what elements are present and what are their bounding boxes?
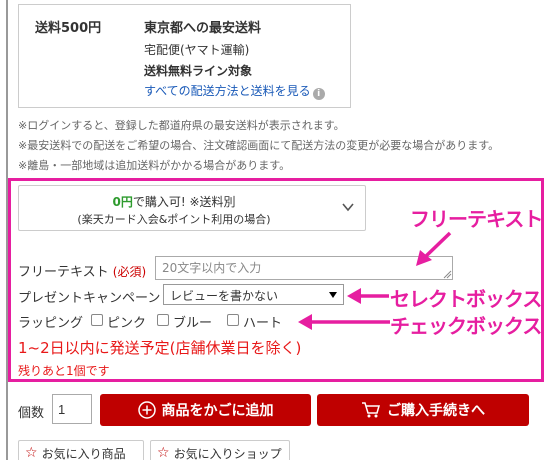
- wrapping-label: ラッピング: [18, 316, 84, 331]
- info-icon[interactable]: i: [312, 88, 325, 100]
- favorite-item-button[interactable]: ☆ お気に入り商品: [18, 440, 144, 460]
- shipping-info-box: 送料500円 東京都への最安送料 宅配便(ヤマト運輸) 送料無料ライン対象 すべ…: [18, 4, 351, 108]
- favorite-shop-button[interactable]: ☆ お気に入りショップ: [150, 440, 290, 460]
- add-to-cart-button[interactable]: 商品をかごに追加: [100, 394, 311, 426]
- annotation-check-box: チェックボックス: [390, 314, 542, 338]
- note-remote-area: ※離島・一部地域は追加送料がかかる場合があります。: [18, 159, 291, 172]
- arrow-free-text-icon: [416, 231, 452, 266]
- purchase-option-condition: (楽天カード入会&ポイント利用の場合): [77, 213, 271, 226]
- required-badge: (必須): [112, 265, 147, 279]
- ship-date-text: 1~2日以内に発送予定(店舗休業日を除く): [18, 339, 302, 357]
- free-text-input[interactable]: [155, 256, 453, 280]
- favorite-shop-label: お気に入りショップ: [173, 446, 282, 460]
- cart-icon: [362, 402, 380, 418]
- checkbox-pink-label[interactable]: ピンク: [107, 312, 146, 331]
- free-text-label-text: フリーテキスト: [18, 265, 109, 280]
- annotation-select-box: セレクトボックス: [390, 287, 542, 311]
- zero-yen-text: 0円: [112, 195, 133, 209]
- star-icon: ☆: [25, 445, 38, 460]
- arrow-check-box-icon: [298, 314, 390, 330]
- checkbox-pink[interactable]: [91, 314, 103, 326]
- purchase-option-line1: 0円で購入可! ※送料別: [19, 193, 329, 210]
- free-text-label: フリーテキスト (必須): [18, 261, 146, 280]
- select-arrow-icon: [329, 292, 337, 298]
- quantity-label: 個数: [18, 406, 45, 421]
- resize-grip-icon[interactable]: [443, 270, 452, 279]
- checkbox-blue-label[interactable]: ブルー: [173, 312, 212, 331]
- note-cheapest-shipping: ※最安送料での配送をご希望の場合、注文確認画面にて配送方法の変更が必要な場合があ…: [18, 139, 500, 152]
- arrow-select-box-icon: [347, 288, 389, 304]
- shipping-methods-link-text: すべての配送方法と送料を見る: [144, 84, 311, 98]
- campaign-select[interactable]: レビューを書かない: [163, 284, 344, 305]
- star-icon: ☆: [157, 445, 170, 460]
- stock-remaining-text: 残りあと1個です: [18, 364, 110, 378]
- quantity-input[interactable]: [52, 394, 92, 424]
- checkout-label: ご購入手続きへ: [387, 402, 485, 418]
- campaign-label: プレゼントキャンペーン: [18, 291, 161, 306]
- shipping-methods-link[interactable]: すべての配送方法と送料を見る i: [144, 82, 325, 100]
- plus-circle-icon: [137, 401, 156, 419]
- note-login: ※ログインすると、登録した都道府県の最安送料が表示されます。: [18, 119, 345, 132]
- checkbox-blue[interactable]: [157, 314, 169, 326]
- checkbox-heart[interactable]: [227, 314, 239, 326]
- favorite-item-label: お気に入り商品: [41, 446, 126, 460]
- chevron-down-icon: [342, 203, 354, 212]
- purchase-option-text: で購入可! ※送料別: [132, 195, 236, 209]
- free-shipping-line: 送料無料ライン対象: [144, 64, 253, 78]
- checkbox-heart-label[interactable]: ハート: [243, 312, 282, 331]
- shipping-price: 送料500円: [35, 21, 102, 36]
- checkout-button[interactable]: ご購入手続きへ: [317, 394, 529, 426]
- purchase-option-dropdown[interactable]: 0円で購入可! ※送料別 (楽天カード入会&ポイント利用の場合): [18, 185, 366, 231]
- campaign-selected-value: レビューを書かない: [170, 289, 279, 303]
- add-to-cart-label: 商品をかごに追加: [161, 402, 274, 418]
- shipping-method: 宅配便(ヤマト運輸): [144, 43, 250, 57]
- shipping-title: 東京都への最安送料: [144, 21, 262, 36]
